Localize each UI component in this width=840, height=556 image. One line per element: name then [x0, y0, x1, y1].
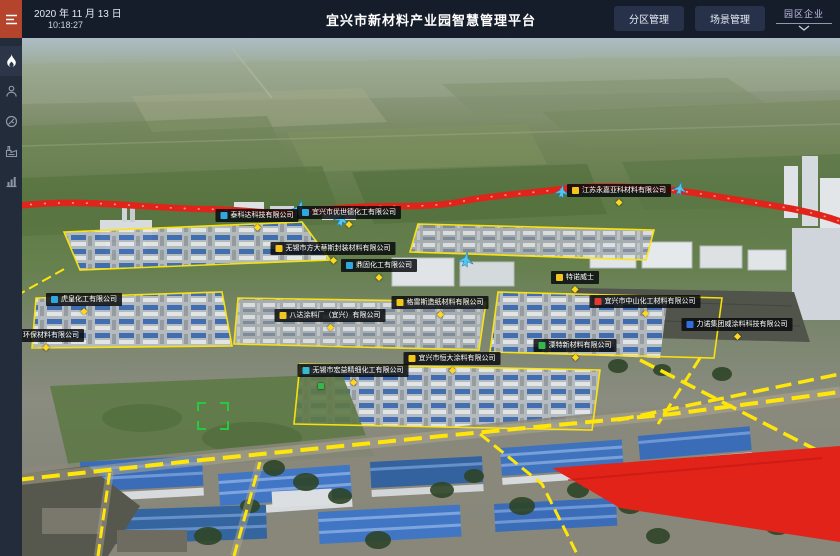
- fire-icon: [5, 54, 18, 68]
- company-label-text: 鼎固化工有限公司: [356, 262, 412, 269]
- company-label[interactable]: 八达涂料厂（宜兴）有限公司: [275, 309, 386, 322]
- company-marker-icon: [346, 262, 353, 269]
- company-label[interactable]: 无锡市方大蒂斯封装材料有限公司: [271, 242, 396, 255]
- zone-management-button[interactable]: 分区管理: [614, 6, 684, 31]
- scene-management-button[interactable]: 场景管理: [695, 6, 765, 31]
- company-marker-icon: [539, 342, 546, 349]
- gauge-icon: [5, 115, 18, 128]
- company-label[interactable]: 环保材料有限公司: [22, 329, 84, 342]
- green-marker-icon[interactable]: [318, 383, 324, 389]
- page-title: 宜兴市新材料产业园智慧管理平台: [326, 10, 536, 29]
- company-label[interactable]: 虎皇化工有限公司: [46, 293, 122, 306]
- user-icon: [5, 85, 18, 98]
- company-label-text: 特诺威士: [566, 274, 594, 281]
- smart-park-platform-window: 2020 年 11 月 13 日 10:18:27 宜兴市新材料产业园智慧管理平…: [0, 0, 840, 556]
- company-label[interactable]: 鼎固化工有限公司: [341, 259, 417, 272]
- company-marker-icon: [221, 212, 228, 219]
- sidebar-item-enterprise[interactable]: [0, 136, 22, 166]
- company-marker-icon: [303, 367, 310, 374]
- header-controls: 分区管理 场景管理 园区企业: [614, 6, 832, 31]
- sidebar-item-monitor-gauge[interactable]: [0, 106, 22, 136]
- current-date: 2020 年 11 月 13 日: [34, 5, 122, 20]
- company-label-text: 环保材料有限公司: [23, 332, 79, 339]
- company-marker-icon: [397, 299, 404, 306]
- map-viewport[interactable]: 泰科达科技有限公司 宜兴市优世德化工有限公司 江苏永嘉亚科材料有限公司 无锡市方…: [22, 38, 840, 556]
- sidebar-item-fire-alarm[interactable]: [0, 46, 22, 76]
- company-label-text: 无锡市方大蒂斯封装材料有限公司: [286, 245, 391, 252]
- company-marker-icon: [572, 187, 579, 194]
- company-label-text: 无锡市宏益精细化工有限公司: [313, 367, 404, 374]
- company-label[interactable]: 泰科达科技有限公司: [216, 209, 299, 222]
- chevron-down-icon: [798, 25, 810, 31]
- hamburger-menu-button[interactable]: [0, 0, 22, 38]
- company-marker-icon: [280, 312, 287, 319]
- company-marker-icon: [51, 296, 58, 303]
- company-label-text: 虎皇化工有限公司: [61, 296, 117, 303]
- company-marker-icon: [276, 245, 283, 252]
- company-marker-icon: [302, 209, 309, 216]
- company-label-text: 八达涂料厂（宜兴）有限公司: [290, 312, 381, 319]
- company-label[interactable]: 宜兴市优世德化工有限公司: [297, 206, 401, 219]
- top-header-bar: 2020 年 11 月 13 日 10:18:27 宜兴市新材料产业园智慧管理平…: [22, 0, 840, 38]
- company-label[interactable]: 力诺集团威涂料科技有限公司: [682, 318, 793, 331]
- company-label-text: 格雷斯造纸材料有限公司: [407, 299, 484, 306]
- company-label-text: 宜兴市中山化工材料有限公司: [605, 298, 696, 305]
- company-marker-icon: [409, 355, 416, 362]
- company-label-text: 江苏永嘉亚科材料有限公司: [582, 187, 666, 194]
- company-label[interactable]: 宜兴市中山化工材料有限公司: [590, 295, 701, 308]
- company-label-text: 溧特新材料有限公司: [549, 342, 612, 349]
- company-label-text: 宜兴市优世德化工有限公司: [312, 209, 396, 216]
- sidebar-item-statistics[interactable]: [0, 166, 22, 196]
- company-label[interactable]: 宜兴市恒大涂料有限公司: [404, 352, 501, 365]
- park-enterprise-dropdown-label: 园区企业: [784, 7, 824, 20]
- company-label[interactable]: 无锡市宏益精细化工有限公司: [298, 364, 409, 377]
- factory-icon: [5, 145, 18, 158]
- company-label[interactable]: 特诺威士: [551, 271, 599, 284]
- company-marker-icon: [556, 274, 563, 281]
- company-label-text: 泰科达科技有限公司: [231, 212, 294, 219]
- company-marker-icon: [687, 321, 694, 328]
- company-label[interactable]: 溧特新材料有限公司: [534, 339, 617, 352]
- sidebar-item-personnel[interactable]: [0, 76, 22, 106]
- company-label[interactable]: 江苏永嘉亚科材料有限公司: [567, 184, 671, 197]
- left-sidebar: [0, 0, 22, 556]
- park-enterprise-dropdown[interactable]: 园区企业: [776, 6, 832, 31]
- bar-chart-icon: [5, 175, 18, 188]
- company-label[interactable]: 格雷斯造纸材料有限公司: [392, 296, 489, 309]
- current-time: 10:18:27: [48, 20, 83, 30]
- company-label-text: 力诺集团威涂料科技有限公司: [697, 321, 788, 328]
- dropdown-divider: [776, 23, 832, 24]
- company-label-text: 宜兴市恒大涂料有限公司: [419, 355, 496, 362]
- company-marker-icon: [595, 298, 602, 305]
- hamburger-icon: [5, 14, 18, 25]
